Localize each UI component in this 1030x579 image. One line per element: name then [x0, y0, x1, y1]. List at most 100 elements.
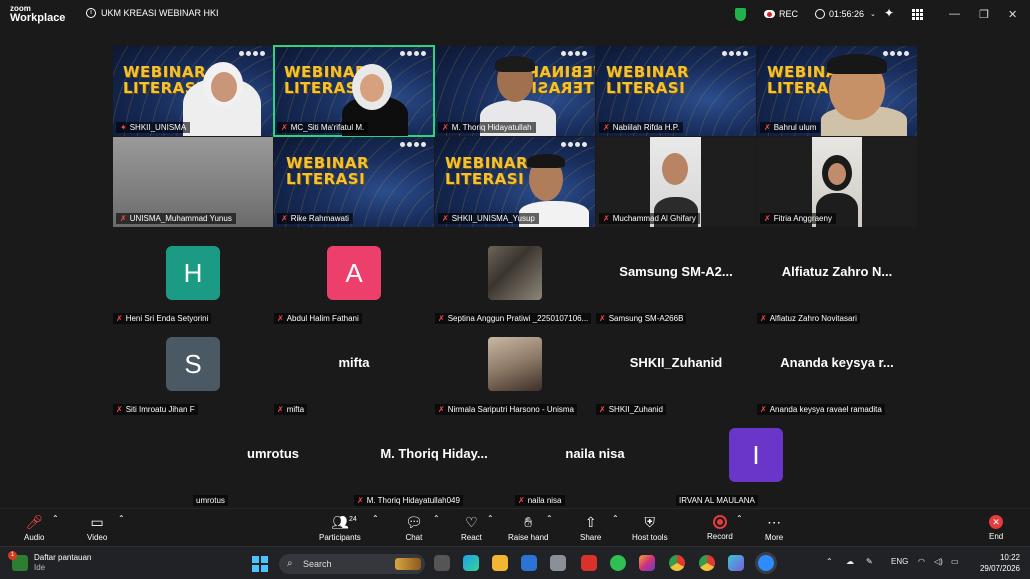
canva-icon[interactable]	[728, 555, 744, 571]
participant-tile[interactable]: Ananda keysya r... ✗ Ananda keysya ravael…	[757, 327, 917, 417]
rec-label: REC	[779, 9, 799, 19]
video-tile-active-speaker[interactable]: WEBINAR LITERASI ✗ MC_Siti Ma'rifatul M.	[273, 45, 435, 137]
participant-tile[interactable]: SHKII_Zuhanid ✗ SHKII_Zuhanid	[596, 327, 756, 417]
language-indicator[interactable]: ENG	[891, 557, 908, 566]
chat-button[interactable]: 💬︎ Chat	[405, 514, 423, 542]
avatar: S	[166, 337, 220, 391]
participant-tile[interactable]: Alfiatuz Zahro N... ✗ Alfiatuz Zahro Novi…	[757, 236, 917, 326]
participant-name-tag: IRVAN AL MAULANA	[676, 495, 758, 506]
video-tile[interactable]: ✗ Muchammad Al Ghifary	[596, 137, 756, 227]
participant-name-tag: ✗ SHKII_Zuhanid	[596, 404, 666, 415]
participant-tile[interactable]: Samsung SM-A2... ✗ Samsung SM-A266B	[596, 236, 756, 326]
video-tile[interactable]: WEBINAR LITERASI ✗ Bahrul ulum	[757, 46, 917, 136]
wifi-icon[interactable]: ◠	[918, 557, 925, 566]
battery-icon[interactable]: ▭	[951, 557, 959, 566]
banner-title-mirrored: WEBINARLITERASI	[527, 63, 595, 97]
share-label: Share	[580, 533, 602, 542]
video-options-chevron[interactable]: ⌃	[118, 514, 125, 523]
participant-tile[interactable]: A ✗ Abdul Halim Fathani	[274, 236, 434, 326]
raise-hand-icon: ✋︎	[524, 514, 533, 530]
share-options-chevron[interactable]: ⌃	[612, 514, 619, 523]
file-explorer-icon[interactable]	[492, 555, 508, 571]
video-tile[interactable]: WEBINAR LITERASI ✦ SHKII_UNISMA	[113, 46, 273, 136]
participant-name-tag: ✗ Nabiilah Rifda H.P.	[599, 122, 684, 133]
sponsor-logos	[561, 51, 587, 56]
participant-tile[interactable]: S ✗ Siti Imroatu Jihan F	[113, 327, 273, 417]
instagram-icon[interactable]	[639, 555, 655, 571]
participant-display-name: Ananda keysya r...	[780, 355, 894, 370]
view-grid-icon[interactable]	[912, 9, 923, 20]
edge-icon[interactable]	[463, 555, 479, 571]
store-icon[interactable]	[521, 555, 537, 571]
muted-mic-icon: ✗	[116, 405, 123, 414]
volume-icon[interactable]: ◁)	[934, 557, 943, 566]
participant-name-tag: ✦ SHKII_UNISMA	[116, 122, 191, 133]
info-icon[interactable]: i	[86, 8, 96, 18]
taskbar-clock[interactable]: 10:22 29/07/2026	[970, 552, 1020, 574]
video-button[interactable]: ▭ Video	[87, 514, 107, 542]
muted-mic-icon: ✗	[116, 314, 123, 323]
encryption-shield-icon[interactable]	[735, 8, 746, 21]
participant-name-tag: ✗ naila nisa	[515, 495, 565, 506]
app-l-icon[interactable]	[581, 555, 597, 571]
video-tile[interactable]: WEBINAR LITERASI ✗ Rike Rahmawati	[274, 137, 434, 227]
react-button[interactable]: ♡ React	[461, 514, 482, 542]
participants-button[interactable]: 👥︎ 24 Participants	[319, 514, 361, 542]
participant-tile[interactable]: ✗ Nirmala Sariputri Harsono - Unisma	[435, 327, 595, 417]
restore-button[interactable]: ❐	[979, 8, 989, 21]
raise-hand-options-chevron[interactable]: ⌃	[546, 514, 553, 523]
muted-mic-icon: ✗	[442, 123, 449, 132]
video-tile[interactable]: WEBINAR LITERASI ✗ SHKII_UNISMA_Yusup	[435, 137, 595, 227]
meeting-timer[interactable]: 01:56:26 ⌄	[815, 9, 876, 19]
camera-icon[interactable]	[550, 555, 566, 571]
end-meeting-button[interactable]: ✕ End	[989, 514, 1003, 541]
share-button[interactable]: ⇧ Share	[580, 514, 601, 542]
participant-tile[interactable]: naila nisa ✗ naila nisa	[515, 418, 675, 508]
windows-start-icon[interactable]	[252, 556, 268, 572]
minimize-button[interactable]: —	[949, 8, 960, 20]
audio-button[interactable]: 🎤︎ Audio	[24, 514, 44, 542]
participant-tile[interactable]: ✗ Septina Anggun Pratiwi _2250107106...	[435, 236, 595, 326]
muted-mic-icon: ✗	[281, 214, 288, 223]
recording-indicator[interactable]: REC	[764, 9, 798, 19]
pen-icon[interactable]: ✎	[866, 557, 873, 566]
meeting-info[interactable]: i UKM KREASI WEBINAR HKI	[86, 8, 219, 18]
video-tile[interactable]: ✗ Fitria Anggraeny	[757, 137, 917, 227]
ai-companion-icon[interactable]: ✦	[884, 6, 894, 20]
widget-title: Daftar pantauan	[34, 553, 92, 562]
participants-options-chevron[interactable]: ⌃	[372, 514, 379, 523]
audio-options-chevron[interactable]: ⌃	[52, 514, 59, 523]
whatsapp-icon[interactable]	[610, 555, 626, 571]
avatar: H	[166, 246, 220, 300]
tray-overflow-icon[interactable]: ⌃	[826, 557, 833, 566]
more-button[interactable]: ⋯ More	[765, 514, 783, 542]
participant-tile[interactable]: umrotus umrotus	[193, 418, 353, 508]
close-button[interactable]: ✕	[1008, 8, 1017, 21]
taskbar-search[interactable]: ⌕ Search	[279, 554, 425, 574]
participant-name-tag: ✗ UNISMA_Muhammad Yunus	[116, 213, 236, 224]
participant-tile[interactable]: M. Thoriq Hiday... ✗ M. Thoriq Hidayatull…	[354, 418, 514, 508]
watchlist-widget[interactable]: 1 Daftar pantauan Ide	[8, 551, 92, 573]
participant-name-tag: ✗ Nirmala Sariputri Harsono - Unisma	[435, 404, 577, 415]
raise-hand-button[interactable]: ✋︎ Raise hand	[508, 514, 548, 542]
zoom-logo: zoom Workplace	[10, 5, 65, 24]
record-button[interactable]: Record	[707, 514, 733, 541]
participant-tile[interactable]: H ✗ Heni Sri Enda Setyorini	[113, 236, 273, 326]
record-options-chevron[interactable]: ⌃	[736, 514, 743, 523]
chat-options-chevron[interactable]: ⌃	[433, 514, 440, 523]
video-tile[interactable]: WEBINAR LITERASI ✗ Nabiilah Rifda H.P.	[596, 46, 756, 136]
chrome-icon[interactable]	[669, 555, 685, 571]
participant-display-name: mifta	[338, 355, 370, 370]
participant-tile[interactable]: I IRVAN AL MAULANA	[676, 418, 836, 508]
react-options-chevron[interactable]: ⌃	[487, 514, 494, 523]
onedrive-icon[interactable]: ☁	[846, 557, 854, 566]
widget-badge: 1	[8, 551, 17, 560]
task-view-icon[interactable]	[434, 555, 450, 571]
zoom-app-icon[interactable]	[758, 555, 774, 571]
video-tile[interactable]: ✗ UNISMA_Muhammad Yunus	[113, 137, 273, 227]
video-tile[interactable]: WEBINARLITERASI ✗M. Thoriq Hidayatullah	[435, 46, 595, 136]
host-tools-button[interactable]: ⛨ Host tools	[632, 514, 668, 542]
chrome-profile-icon[interactable]	[699, 555, 715, 571]
participant-tile[interactable]: mifta ✗ mifta	[274, 327, 434, 417]
face	[211, 72, 237, 102]
